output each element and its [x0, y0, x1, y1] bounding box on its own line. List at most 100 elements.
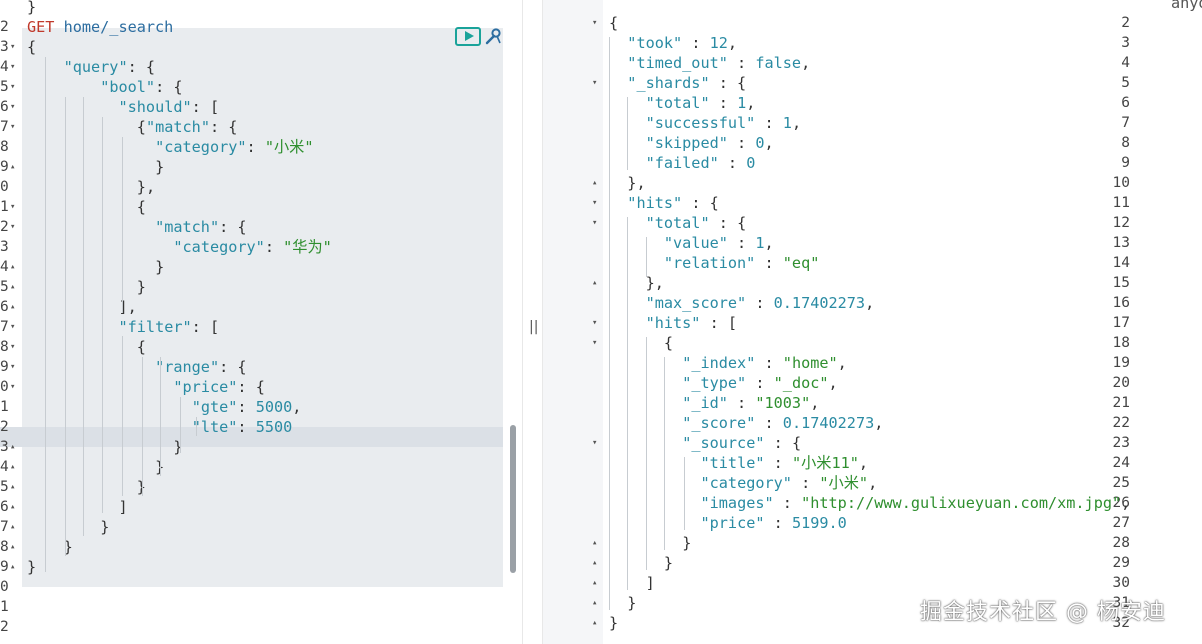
- code-line[interactable]: "lte": 5500: [192, 417, 293, 437]
- code-line[interactable]: }: [27, 0, 36, 17]
- code-line[interactable]: "category": "华为": [173, 237, 331, 257]
- unfold-marker-icon[interactable]: ▴: [592, 573, 597, 593]
- unfold-marker-icon[interactable]: ▴: [10, 537, 15, 557]
- code-line[interactable]: },: [137, 177, 155, 197]
- code-line: "max_score" : 0.17402273,: [645, 294, 875, 312]
- fold-toggle-icon[interactable]: ▾: [10, 357, 15, 377]
- indent-guide: [45, 57, 46, 572]
- unfold-marker-icon[interactable]: ▴: [10, 257, 15, 277]
- line-number: 25: [1112, 475, 1130, 491]
- fold-toggle-icon[interactable]: ▾: [592, 433, 597, 453]
- code-line[interactable]: {: [137, 337, 146, 357]
- response-viewer-pane[interactable]: anyone. See https://www.elastic.co/guide…: [543, 0, 1202, 644]
- unfold-marker-icon[interactable]: ▴: [10, 497, 15, 517]
- unfold-marker-icon[interactable]: ▴: [10, 517, 15, 537]
- code-line: "_score" : 0.17402273,: [682, 414, 884, 432]
- code-line[interactable]: {"match": {: [137, 117, 238, 137]
- unfold-marker-icon[interactable]: ▴: [592, 173, 597, 193]
- code-line[interactable]: }: [155, 157, 164, 177]
- code-line: ]: [645, 574, 655, 592]
- code-line: "successful" : 1,: [645, 114, 802, 132]
- fold-toggle-icon[interactable]: ▾: [10, 77, 15, 97]
- fold-toggle-icon[interactable]: ▾: [10, 197, 15, 217]
- fold-toggle-icon[interactable]: ▾: [10, 337, 15, 357]
- unfold-marker-icon[interactable]: ▴: [10, 457, 15, 477]
- line-number: 14: [1112, 255, 1130, 271]
- code-line: "total" : 1,: [645, 94, 756, 112]
- run-request-button[interactable]: [455, 27, 481, 46]
- code-line[interactable]: "match": {: [155, 217, 246, 237]
- code-line[interactable]: }: [100, 517, 109, 537]
- code-line[interactable]: "should": [: [119, 97, 220, 117]
- unfold-marker-icon[interactable]: ▴: [592, 553, 597, 573]
- unfold-marker-icon[interactable]: ▴: [592, 273, 597, 293]
- line-number: 13: [1112, 235, 1130, 251]
- fold-toggle-icon[interactable]: ▾: [592, 313, 597, 333]
- fold-toggle-icon[interactable]: ▾: [592, 73, 597, 93]
- unfold-marker-icon[interactable]: ▴: [592, 613, 597, 633]
- fold-toggle-icon[interactable]: ▾: [592, 333, 597, 353]
- line-number: 23: [1112, 435, 1130, 451]
- line-number: 27: [1112, 515, 1130, 531]
- unfold-marker-icon[interactable]: ▴: [10, 297, 15, 317]
- indent-guide: [142, 357, 143, 496]
- code-line[interactable]: "query": {: [64, 57, 155, 77]
- code-line[interactable]: "price": {: [173, 377, 264, 397]
- line-number: 28: [1112, 535, 1130, 551]
- request-editor-pane[interactable]: } 2 GET home/_search 3 ▾{4 ▾ "query": {5 ▾ "bool…: [0, 0, 522, 644]
- indent-guide: [684, 457, 685, 530]
- line-number: 5: [0, 79, 9, 95]
- code-line[interactable]: }: [27, 557, 36, 577]
- fold-toggle-icon[interactable]: ▾: [10, 217, 15, 237]
- fold-toggle-icon[interactable]: ▾: [592, 213, 597, 233]
- unfold-marker-icon[interactable]: ▴: [592, 593, 597, 613]
- request-scrollbar[interactable]: [510, 425, 516, 573]
- code-line: }: [663, 554, 674, 572]
- request-url: home/_search: [63, 18, 174, 36]
- code-line[interactable]: ]: [119, 497, 128, 517]
- wrench-icon[interactable]: [483, 27, 503, 47]
- line-number: 7: [1121, 115, 1130, 131]
- fold-toggle-icon[interactable]: ▾: [592, 13, 597, 33]
- line-number: 3: [1121, 35, 1130, 51]
- unfold-marker-icon[interactable]: ▴: [10, 477, 15, 497]
- indent-guide: [122, 137, 123, 313]
- fold-toggle-icon[interactable]: ▾: [10, 377, 15, 397]
- pane-resize-divider[interactable]: ||: [522, 0, 543, 644]
- fold-toggle-icon[interactable]: ▾: [592, 193, 597, 213]
- code-line[interactable]: }: [173, 437, 182, 457]
- line-number: 8: [0, 139, 9, 155]
- code-line[interactable]: "range": {: [155, 357, 246, 377]
- fold-toggle-icon[interactable]: ▾: [10, 97, 15, 117]
- unfold-marker-icon[interactable]: ▴: [10, 157, 15, 177]
- code-line[interactable]: "category": "小米": [155, 137, 313, 157]
- unfold-marker-icon[interactable]: ▴: [592, 533, 597, 553]
- code-line: }: [609, 614, 619, 632]
- code-line: {: [609, 14, 619, 32]
- line-number: 3: [0, 39, 9, 55]
- line-number: 15: [1112, 275, 1130, 291]
- line-number: 9: [0, 159, 9, 175]
- code-line: "took" : 12,: [627, 34, 738, 52]
- code-line[interactable]: }: [137, 277, 146, 297]
- fold-toggle-icon[interactable]: ▾: [10, 37, 15, 57]
- fold-toggle-icon[interactable]: ▾: [10, 57, 15, 77]
- code-line[interactable]: {: [27, 37, 36, 57]
- fold-toggle-icon[interactable]: ▾: [10, 317, 15, 337]
- unfold-marker-icon[interactable]: ▴: [10, 437, 15, 457]
- request-editor-background: [22, 28, 503, 587]
- code-line[interactable]: "filter": [: [119, 317, 220, 337]
- code-line: }: [682, 534, 692, 552]
- code-line[interactable]: }: [155, 257, 164, 277]
- code-line[interactable]: "bool": {: [100, 77, 182, 97]
- unfold-marker-icon[interactable]: ▴: [10, 277, 15, 297]
- line-number: 4: [1121, 55, 1130, 71]
- code-line[interactable]: "gte": 5000,: [192, 397, 302, 417]
- unfold-marker-icon[interactable]: ▴: [10, 557, 15, 577]
- code-line[interactable]: GET home/_search: [27, 17, 173, 37]
- code-line[interactable]: {: [137, 197, 146, 217]
- line-number: 1: [0, 399, 9, 415]
- drag-handle-icon[interactable]: ||: [529, 316, 538, 338]
- code-line: "_type" : "_doc",: [682, 374, 838, 392]
- fold-toggle-icon[interactable]: ▾: [10, 117, 15, 137]
